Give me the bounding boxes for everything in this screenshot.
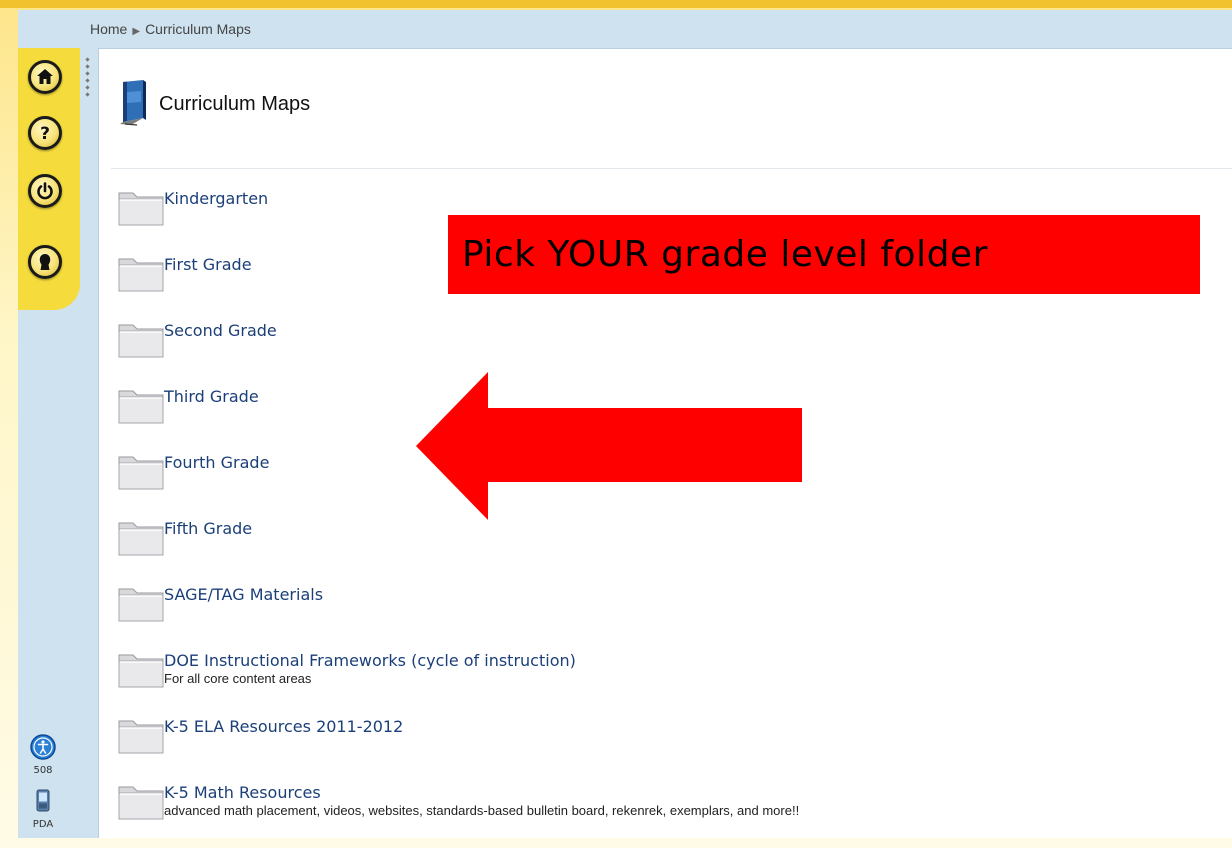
- logout-button[interactable]: [28, 174, 62, 208]
- folder-item[interactable]: Second Grade: [117, 313, 1217, 379]
- folder-link[interactable]: Fifth Grade: [164, 519, 252, 539]
- folder-item[interactable]: K-5 ELA Resources 2011-2012: [117, 709, 1217, 775]
- rail-collapse-handle[interactable]: [82, 54, 92, 110]
- profile-button[interactable]: [28, 245, 62, 279]
- folder-icon[interactable]: [117, 649, 165, 689]
- svg-text:?: ?: [40, 124, 50, 143]
- folder-text: First Grade: [164, 255, 252, 275]
- folder-item[interactable]: K-5 Math Resources advanced math placemen…: [117, 775, 1217, 838]
- folder-icon[interactable]: [117, 385, 165, 425]
- folder-text: Kindergarten: [164, 189, 268, 209]
- pda-icon: [36, 789, 50, 812]
- power-icon: [37, 182, 53, 200]
- breadcrumb-separator-icon: ▶: [132, 26, 141, 37]
- folder-icon[interactable]: [117, 253, 165, 293]
- folder-icon[interactable]: [117, 517, 165, 557]
- accessibility-508-button[interactable]: 508: [30, 734, 56, 776]
- left-arrow-icon: [416, 372, 802, 520]
- breadcrumb-home-link[interactable]: Home: [90, 21, 127, 37]
- page-header: Curriculum Maps: [117, 77, 310, 127]
- home-button[interactable]: [28, 60, 62, 94]
- folder-link[interactable]: SAGE/TAG Materials: [164, 585, 323, 605]
- folder-text: Fourth Grade: [164, 453, 269, 473]
- folder-description: advanced math placement, videos, website…: [164, 803, 800, 818]
- folder-item[interactable]: DOE Instructional Frameworks (cycle of i…: [117, 643, 1217, 709]
- folder-link[interactable]: DOE Instructional Frameworks (cycle of i…: [164, 651, 576, 671]
- folder-text: SAGE/TAG Materials: [164, 585, 323, 605]
- breadcrumb: Home ▶ Curriculum Maps: [90, 21, 251, 37]
- breadcrumb-current: Curriculum Maps: [145, 21, 251, 37]
- pda-button[interactable]: PDA: [30, 788, 56, 830]
- left-rail: ? 508 PDA: [18, 10, 90, 838]
- folder-link[interactable]: Third Grade: [164, 387, 259, 407]
- breadcrumb-bar: Home ▶ Curriculum Maps: [86, 10, 1232, 48]
- folder-link[interactable]: K-5 Math Resources: [164, 783, 799, 803]
- folder-icon[interactable]: [117, 319, 165, 359]
- folder-text: K-5 Math Resources advanced math placemen…: [164, 783, 799, 819]
- folder-icon[interactable]: [117, 451, 165, 491]
- folder-link[interactable]: Kindergarten: [164, 189, 268, 209]
- accessibility-label: 508: [33, 765, 53, 776]
- folder-icon[interactable]: [117, 187, 165, 227]
- help-icon: ?: [40, 124, 50, 143]
- accessibility-icon: [30, 734, 56, 760]
- folder-text: DOE Instructional Frameworks (cycle of i…: [164, 651, 576, 687]
- folder-text: K-5 ELA Resources 2011-2012: [164, 717, 403, 737]
- folder-item[interactable]: Fifth Grade: [117, 511, 1217, 577]
- user-profile-icon: [39, 254, 51, 270]
- folder-link[interactable]: Second Grade: [164, 321, 277, 341]
- folder-icon[interactable]: [117, 583, 165, 623]
- slide-background: ? 508 PDA Home ▶ Curriculum Maps Curricu…: [0, 0, 1232, 848]
- app-window: ? 508 PDA Home ▶ Curriculum Maps Curricu…: [18, 10, 1232, 838]
- book-icon: [120, 80, 146, 126]
- page-title: Curriculum Maps: [159, 92, 311, 115]
- folder-link[interactable]: First Grade: [164, 255, 252, 275]
- folder-text: Fifth Grade: [164, 519, 252, 539]
- pda-label: PDA: [32, 819, 54, 830]
- help-button[interactable]: ?: [28, 116, 62, 150]
- folder-icon[interactable]: [117, 781, 165, 821]
- folder-text: Second Grade: [164, 321, 277, 341]
- folder-text: Third Grade: [164, 387, 259, 407]
- home-icon: [37, 69, 53, 84]
- folder-description: For all core content areas: [164, 671, 312, 686]
- instruction-callout: Pick YOUR grade level folder: [448, 215, 1200, 294]
- folder-link[interactable]: K-5 ELA Resources 2011-2012: [164, 717, 403, 737]
- folder-item[interactable]: SAGE/TAG Materials: [117, 577, 1217, 643]
- slide-top-border: [0, 0, 1232, 8]
- folder-link[interactable]: Fourth Grade: [164, 453, 269, 473]
- folder-icon[interactable]: [117, 715, 165, 755]
- header-divider: [111, 168, 1232, 169]
